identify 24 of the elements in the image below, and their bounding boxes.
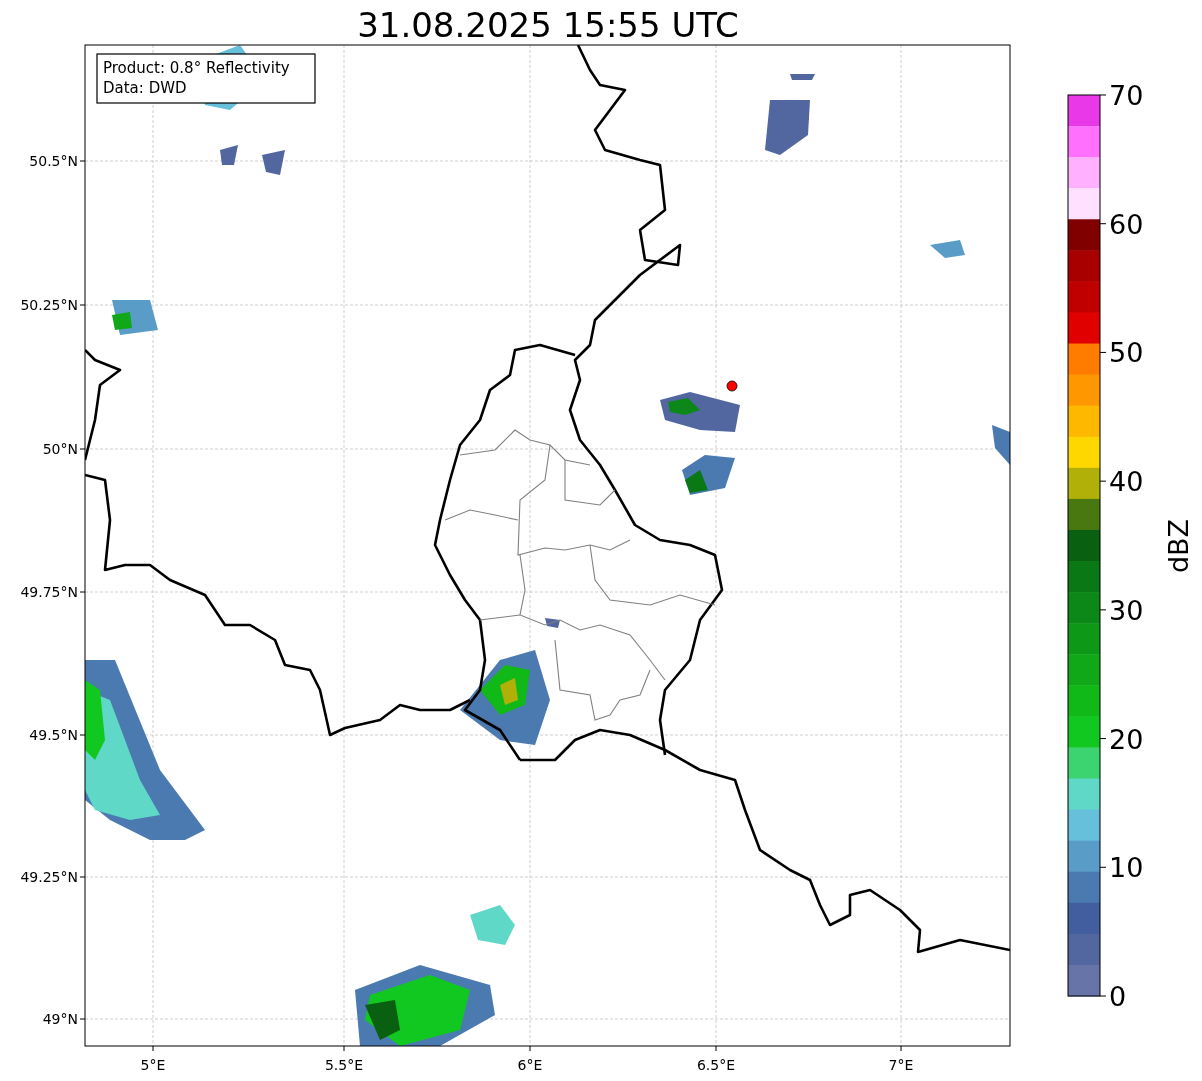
axis-tick-label: 50.5°N xyxy=(29,153,78,169)
axis-tick-label: 49.25°N xyxy=(20,869,78,885)
colorbar-tick-label: 50 xyxy=(1109,337,1144,369)
axis-tick-label: 49.5°N xyxy=(29,727,78,743)
axis-tick-label: 7°E xyxy=(888,1057,914,1073)
colorbar-tick-label: 0 xyxy=(1109,981,1127,1012)
axis-tick-label: 50°N xyxy=(42,441,78,457)
colorbar-tick-label: 30 xyxy=(1109,594,1144,626)
colorbar-tick-label: 20 xyxy=(1109,723,1144,755)
axis-tick-label: 50.25°N xyxy=(20,297,78,313)
axis-tick-label: 6.5°E xyxy=(696,1057,736,1073)
info-text: Product: 0.8° Reflectivity xyxy=(103,59,290,77)
axis-tick-label: 49°N xyxy=(42,1011,78,1027)
colorbar-tick-label: 60 xyxy=(1109,208,1144,240)
chart-title: 31.08.2025 15:55 UTC xyxy=(357,5,739,45)
axis-tick-label: 6°E xyxy=(517,1057,543,1073)
colorbar-tick-label: 40 xyxy=(1109,466,1144,498)
axis-tick-label: 5.5°E xyxy=(324,1057,364,1073)
axis-tick-label: 49.75°N xyxy=(20,584,78,600)
axis-tick-label: 5°E xyxy=(140,1057,166,1073)
colorbar-tick-label: 10 xyxy=(1109,852,1144,884)
colorbar-tick-label: 70 xyxy=(1109,80,1144,111)
info-text: Data: DWD xyxy=(103,79,187,97)
colorbar-label: dBZ xyxy=(1163,518,1194,574)
